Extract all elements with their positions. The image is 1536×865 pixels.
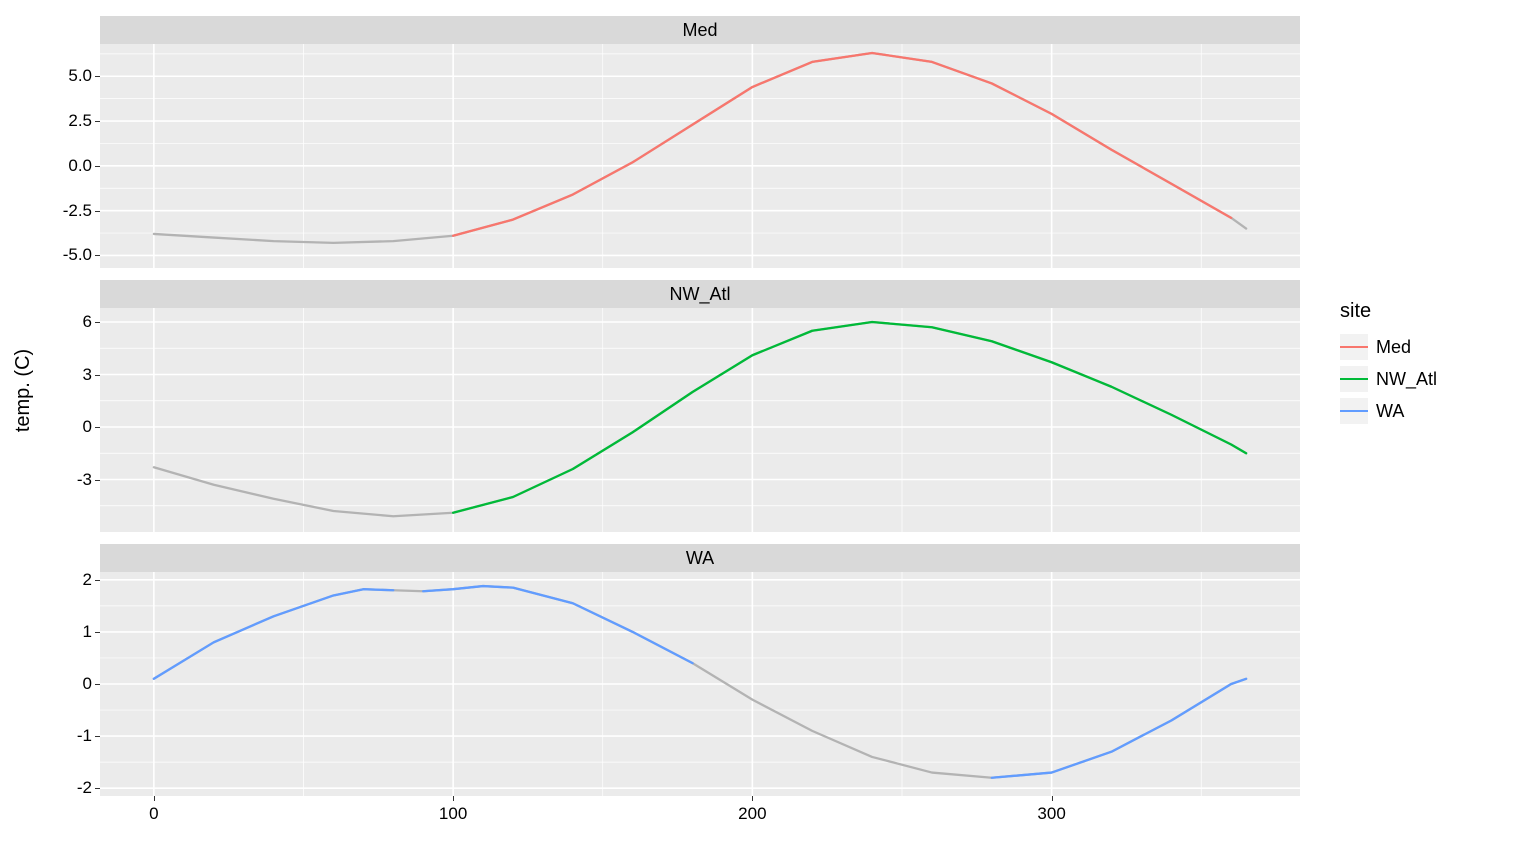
facet-strip: WA	[100, 544, 1300, 572]
facet-Med: Med-5.0-2.50.02.55.0	[100, 16, 1300, 268]
legend-label: Med	[1376, 337, 1411, 358]
facet-strip: Med	[100, 16, 1300, 44]
y-axis-title: temp. (C)	[14, 0, 34, 780]
y-axis-title-text: temp. (C)	[13, 348, 36, 431]
legend-label: WA	[1376, 401, 1404, 422]
panels-column: Med-5.0-2.50.02.55.0NW_Atl-3036WA-2-1012	[100, 16, 1300, 796]
series-line-Med	[453, 53, 1231, 236]
x-axis: 0 100 200 300	[100, 796, 1300, 846]
legend-title: site	[1340, 300, 1520, 323]
legend-label: NW_Atl	[1376, 369, 1437, 390]
facet-WA: WA-2-1012	[100, 544, 1300, 796]
series-line-WA_seg3	[992, 679, 1246, 778]
x-tick-label: 200	[738, 804, 766, 824]
legend-item: Med	[1340, 333, 1520, 361]
panel: -5.0-2.50.02.55.0	[100, 44, 1300, 268]
legend: site Med NW_Atl WA	[1340, 300, 1520, 429]
legend-items: Med NW_Atl WA	[1340, 333, 1520, 425]
facet-chart: temp. (C) Med-5.0-2.50.02.55.0NW_Atl-303…	[0, 0, 1536, 865]
legend-item: WA	[1340, 397, 1520, 425]
series-line-WA_seg1	[154, 589, 393, 679]
legend-swatch	[1340, 366, 1368, 392]
series-line-WA_seg2	[423, 586, 692, 663]
panel-svg	[100, 308, 1300, 532]
series-line-grey	[154, 53, 1246, 243]
x-tick-label: 300	[1037, 804, 1065, 824]
panel-svg	[100, 572, 1300, 796]
x-tick-label: 0	[149, 804, 158, 824]
x-tick-label: 100	[439, 804, 467, 824]
panel: -2-1012	[100, 572, 1300, 796]
facet-NW_Atl: NW_Atl-3036	[100, 280, 1300, 532]
series-line-grey	[154, 586, 1246, 778]
legend-item: NW_Atl	[1340, 365, 1520, 393]
series-line-grey	[154, 322, 1246, 516]
panel: -3036	[100, 308, 1300, 532]
legend-swatch	[1340, 398, 1368, 424]
panel-svg	[100, 44, 1300, 268]
series-line-NW_Atl	[453, 322, 1246, 513]
facet-strip: NW_Atl	[100, 280, 1300, 308]
legend-swatch	[1340, 334, 1368, 360]
